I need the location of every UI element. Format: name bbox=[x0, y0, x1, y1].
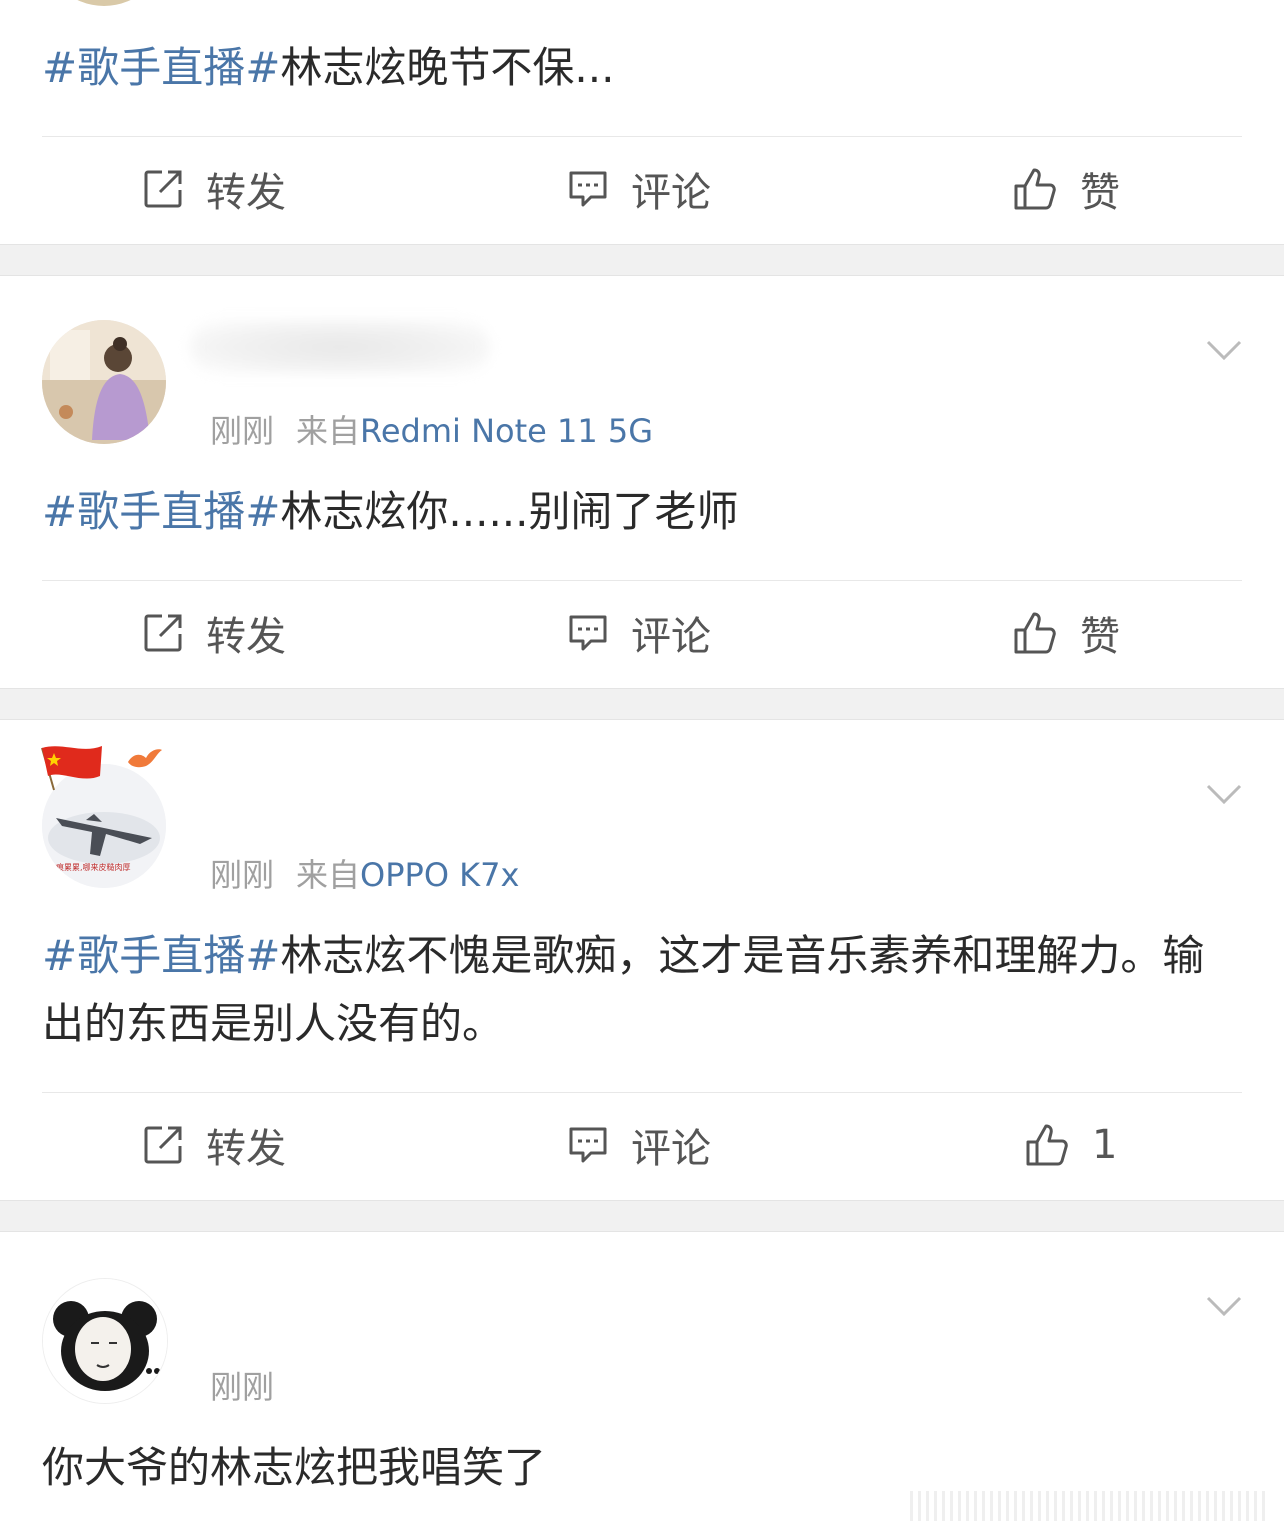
comment-button[interactable]: 评论 bbox=[567, 137, 711, 241]
chevron-down-icon[interactable] bbox=[1206, 340, 1242, 360]
post-meta: 刚刚 bbox=[210, 1362, 274, 1408]
avatar[interactable] bbox=[42, 1278, 168, 1404]
post-meta: 刚刚 来自OPPO K7x bbox=[210, 850, 519, 896]
repost-icon bbox=[144, 1126, 182, 1164]
feed-separator bbox=[0, 1200, 1284, 1232]
device-link[interactable]: OPPO K7x bbox=[360, 856, 519, 894]
feed-separator bbox=[0, 688, 1284, 720]
action-bar: 转发 评论 赞 bbox=[0, 137, 1284, 241]
repost-button[interactable]: 转发 bbox=[142, 581, 286, 685]
post-meta: 刚刚 来自Redmi Note 11 5G bbox=[210, 406, 653, 452]
post-card-1[interactable]: #歌手直播#林志炫晚节不保... 转发 评论 赞 bbox=[0, 0, 1284, 244]
avatar[interactable] bbox=[42, 320, 166, 444]
like-count: 1 bbox=[1092, 1122, 1118, 1168]
like-label: 赞 bbox=[1080, 614, 1120, 660]
like-button[interactable]: 赞 bbox=[1012, 581, 1120, 685]
source-prefix: 来自 bbox=[296, 856, 361, 894]
dove-icon bbox=[128, 749, 162, 768]
post-card-2[interactable]: 刚刚 来自Redmi Note 11 5G #歌手直播#林志炫你......别闹了… bbox=[0, 276, 1284, 688]
post-time: 刚刚 bbox=[210, 856, 275, 894]
repost-label: 转发 bbox=[206, 614, 286, 660]
comment-button[interactable]: 评论 bbox=[567, 1093, 711, 1197]
chevron-down-icon[interactable] bbox=[1206, 784, 1242, 804]
repost-icon bbox=[144, 614, 182, 652]
comment-icon bbox=[569, 615, 607, 651]
feed-separator bbox=[0, 244, 1284, 276]
post-body: 林志炫你......别闹了老师 bbox=[280, 487, 739, 536]
chevron-down-icon[interactable] bbox=[1206, 1296, 1242, 1316]
thumbs-up-icon bbox=[1014, 168, 1056, 210]
post-text: #歌手直播#林志炫晚节不保... bbox=[42, 34, 1214, 102]
avatar-caption: 伤痕累累,哪来皮糙肉厚 bbox=[48, 863, 131, 872]
panda-meme-avatar-icon bbox=[43, 1279, 167, 1403]
girl-hoodie-avatar-icon bbox=[42, 320, 166, 444]
like-label: 赞 bbox=[1080, 170, 1120, 216]
post-body: 你大爷的林志炫把我唱笑了 bbox=[42, 1443, 547, 1492]
source-prefix: 来自 bbox=[296, 412, 361, 450]
action-bar: 转发 评论 1 bbox=[0, 1093, 1284, 1197]
post-text: #歌手直播#林志炫不愧是歌痴，这才是音乐素养和理解力。输出的东西是别人没有的。 bbox=[42, 922, 1214, 1058]
post-body: 林志炫晚节不保... bbox=[280, 43, 615, 92]
thumbs-up-icon bbox=[1026, 1124, 1068, 1166]
comment-label: 评论 bbox=[631, 170, 711, 216]
username-redacted[interactable] bbox=[190, 320, 490, 374]
post-time: 刚刚 bbox=[210, 1368, 275, 1406]
post-card-4[interactable]: 刚刚 你大爷的林志炫把我唱笑了 bbox=[0, 1232, 1284, 1529]
post-time: 刚刚 bbox=[210, 412, 275, 450]
topic-link[interactable]: #歌手直播# bbox=[42, 931, 280, 980]
thumbs-up-icon bbox=[1014, 612, 1056, 654]
avatar[interactable] bbox=[42, 0, 166, 6]
like-button[interactable]: 赞 bbox=[1012, 137, 1120, 241]
post-card-3[interactable]: 伤痕累累,哪来皮糙肉厚 刚刚 来自OPPO K7x #歌手直播#林志炫不愧是歌痴，… bbox=[0, 720, 1284, 1200]
action-bar: 转发 评论 赞 bbox=[0, 581, 1284, 685]
like-button[interactable]: 1 bbox=[1024, 1093, 1117, 1197]
topic-link[interactable]: #歌手直播# bbox=[42, 43, 280, 92]
comment-button[interactable]: 评论 bbox=[567, 581, 711, 685]
repost-button[interactable]: 转发 bbox=[142, 1093, 286, 1197]
post-text: #歌手直播#林志炫你......别闹了老师 bbox=[42, 478, 1214, 546]
comment-icon bbox=[569, 171, 607, 207]
comment-icon bbox=[569, 1127, 607, 1163]
watermark bbox=[910, 1491, 1270, 1521]
repost-label: 转发 bbox=[206, 170, 286, 216]
china-flag-icon bbox=[41, 746, 102, 791]
topic-link[interactable]: #歌手直播# bbox=[42, 487, 280, 536]
comment-label: 评论 bbox=[631, 1126, 711, 1172]
device-link[interactable]: Redmi Note 11 5G bbox=[360, 412, 653, 450]
repost-icon bbox=[144, 170, 182, 208]
repost-button[interactable]: 转发 bbox=[142, 137, 286, 241]
repost-label: 转发 bbox=[206, 1126, 286, 1172]
comment-label: 评论 bbox=[631, 614, 711, 660]
